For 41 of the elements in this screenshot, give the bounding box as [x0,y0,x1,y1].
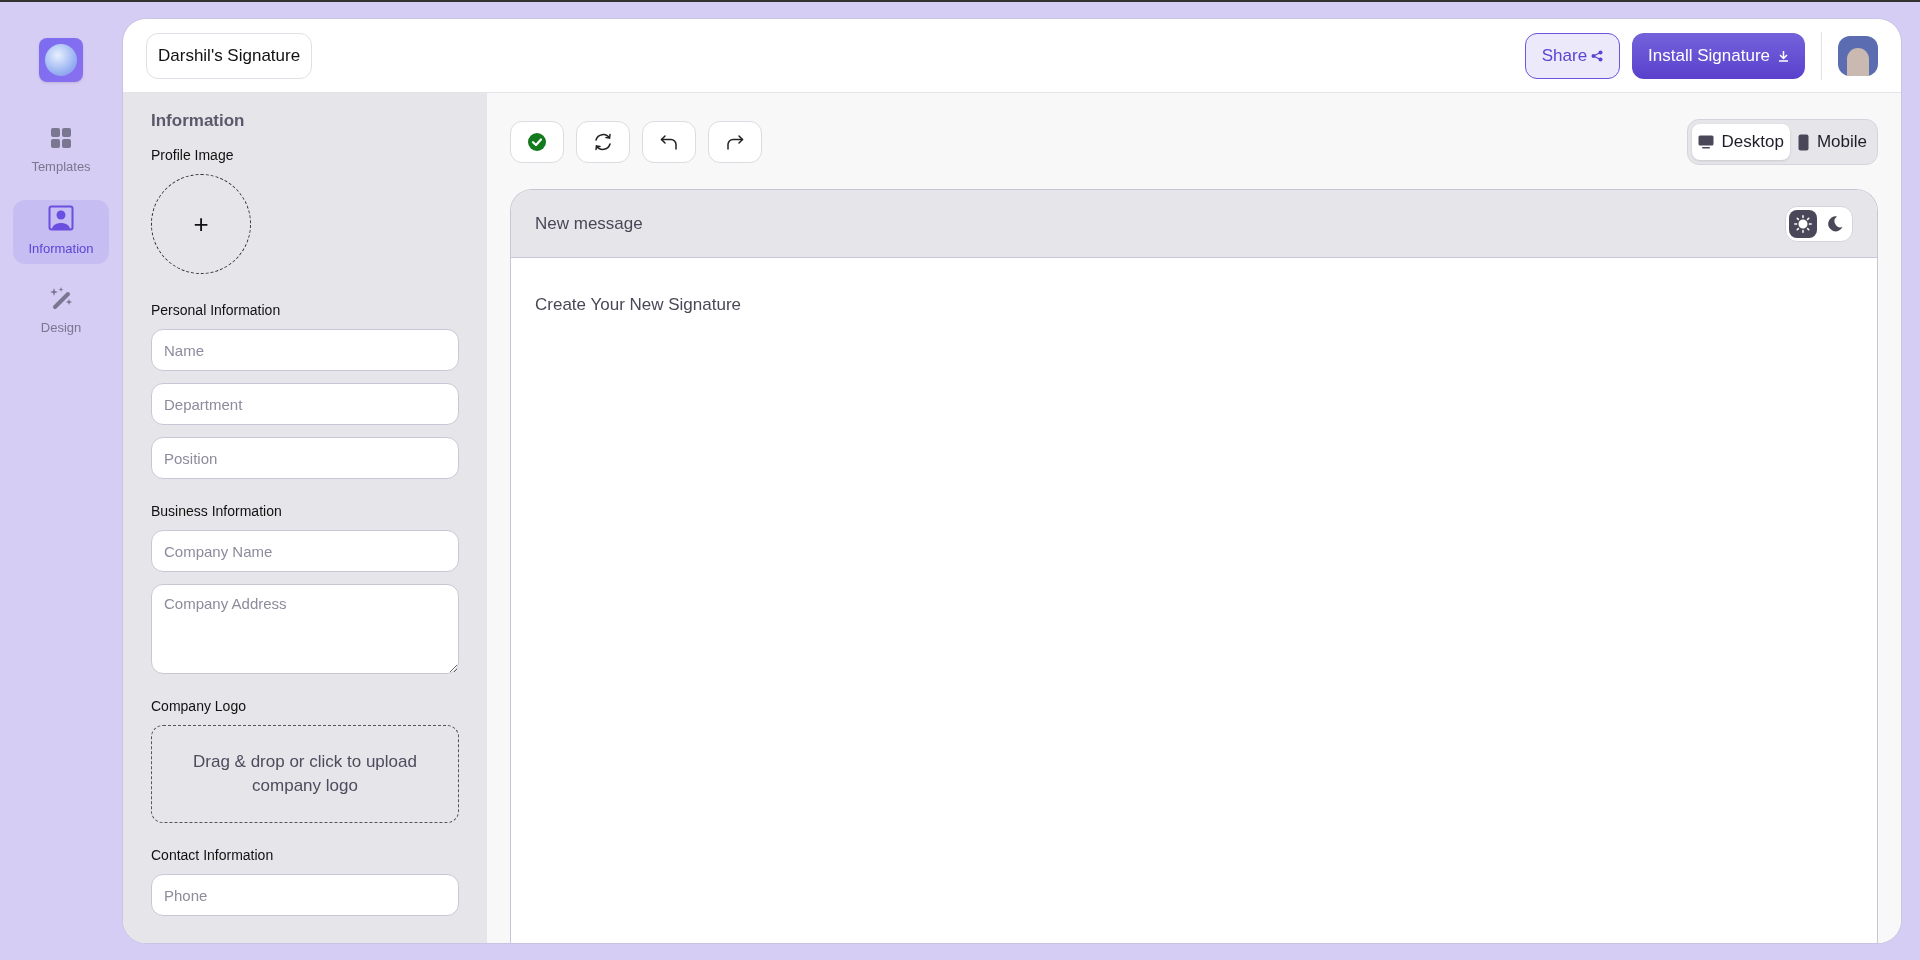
view-tab[interactable]: Mobile [1791,124,1873,160]
signature-placeholder-text: Create Your New Signature [535,295,742,314]
sun-icon [1794,214,1812,233]
text-field[interactable]: Position [151,437,459,479]
share-icon [1591,49,1604,62]
user-avatar[interactable] [1838,35,1878,76]
text-field[interactable]: Company Name [151,530,459,572]
preview-title: New message [535,212,643,235]
toolbar-button[interactable] [642,121,696,163]
section-label: Contact Information [151,846,275,865]
view-tab[interactable]: Desktop [1691,124,1790,160]
phone-icon [1797,133,1809,151]
moon-icon [1826,214,1844,233]
install-signature-button[interactable]: Install Signature [1632,32,1805,79]
undo-arrow-icon [660,134,678,150]
text-field[interactable]: Phone [151,874,459,916]
toolbar-button[interactable] [576,121,630,163]
theme-option[interactable] [1789,209,1817,238]
share-button[interactable]: Share [1524,32,1621,79]
text-field[interactable]: Department [151,383,459,425]
app-logo [39,38,83,82]
section-label: Profile Image [151,146,235,165]
magic-wand-icon [49,286,73,311]
sidebar-nav-item[interactable]: Information [13,200,109,264]
redo-arrow-icon [726,134,744,150]
download-icon [1778,49,1789,62]
logo-upload-dropzone[interactable]: Drag & drop or click to upload company logo [151,725,459,823]
monitor-icon [1697,135,1714,149]
toolbar-button[interactable] [510,121,564,163]
signature-title[interactable]: Darshil's Signature [146,32,313,79]
section-label: Personal Information [151,301,282,320]
text-area[interactable]: Company Address [151,584,459,674]
refresh-icon [592,131,614,153]
toolbar-button[interactable] [708,121,762,163]
check-circle-icon [528,133,546,151]
person-icon [48,205,74,232]
form-heading: Information [151,111,246,131]
grid-icon [50,127,72,150]
text-field[interactable]: Name [151,329,459,371]
section-label: Business Information [151,502,283,521]
section-label: Company Logo [151,697,247,716]
